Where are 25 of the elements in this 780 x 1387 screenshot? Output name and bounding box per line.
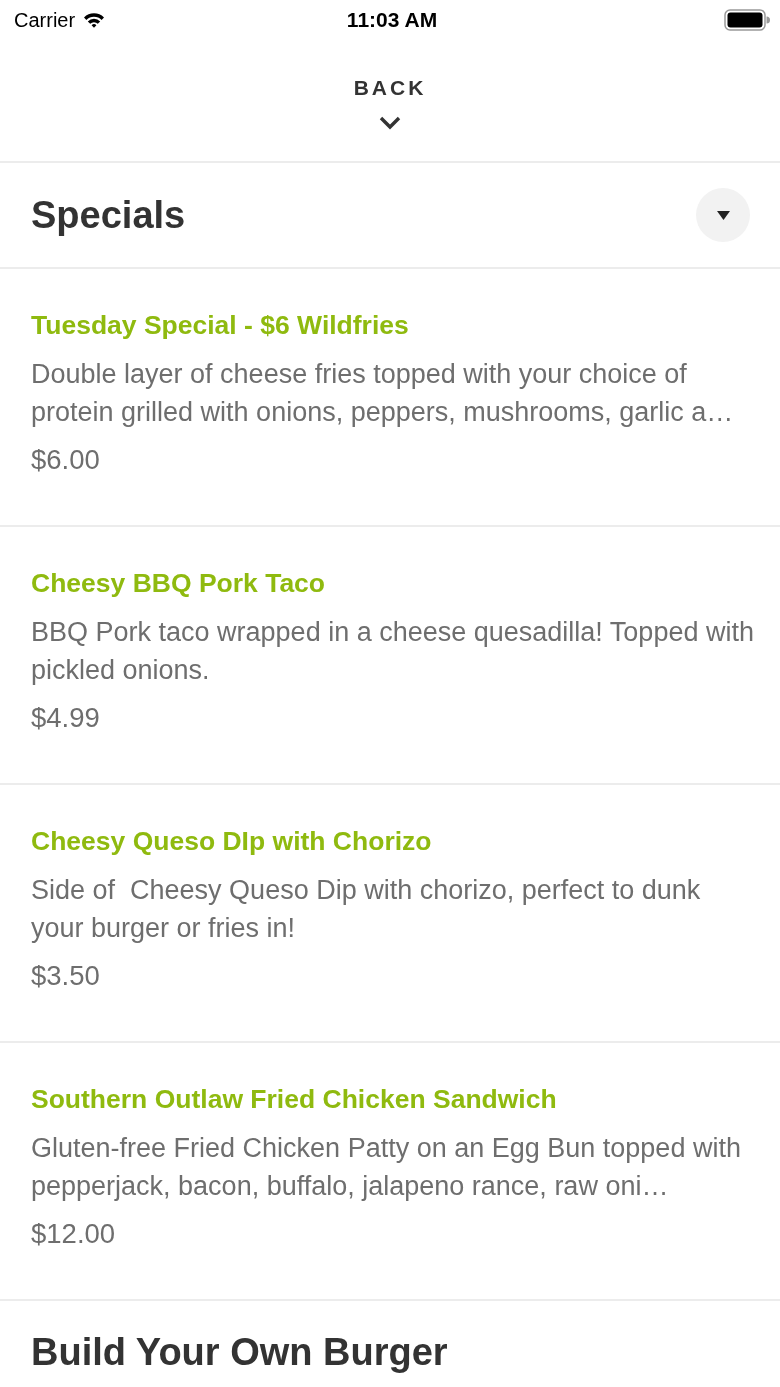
item-price: $4.99 (31, 701, 101, 735)
battery-icon (724, 9, 770, 31)
item-description: BBQ Pork taco wrapped in a cheese quesadilla! Topped with pickled onions. (31, 616, 755, 687)
section-title: Build Your Own Burger (31, 1330, 448, 1375)
caret-icon (716, 210, 730, 220)
menu-item-card[interactable]: Tuesday Special - $6 Wildfries Double layer of cheese fries topped with your choice of protein grilled with onions, peppers, mushrooms, garlic a… $6.00 (0, 269, 780, 527)
back-button[interactable]: BACK (345, 72, 435, 134)
item-description: Side of Cheesy Queso Dip with chorizo, perfect to dunk your burger or fries in! (31, 874, 702, 945)
item-price: $12.00 (31, 1217, 117, 1251)
item-name: Cheesy Queso DIp with Chorizo (31, 825, 433, 857)
menu-item-card[interactable]: Southern Outlaw Fried Chicken Sandwich Gluten-free Fried Chicken Patty on an Egg Bun topped with pepperjack, bacon, buffalo, jalapeno rance, raw oni… $12.00 (0, 1043, 780, 1301)
item-price: $6.00 (31, 443, 101, 477)
chevron-down-icon (379, 116, 401, 130)
menu-item-card[interactable]: Cheesy Queso DIp with Chorizo Side of Cheesy Queso Dip with chorizo, perfect to dunk your burger or fries in! $3.50 (0, 785, 780, 1043)
item-name: Tuesday Special - $6 Wildfries (31, 309, 410, 341)
item-name: Southern Outlaw Fried Chicken Sandwich (31, 1083, 558, 1115)
item-name: Cheesy BBQ Pork Taco (31, 567, 327, 599)
wifi-icon (83, 12, 106, 28)
clock-time: 11:03 AM (346, 8, 438, 32)
carrier-label: Carrier (14, 8, 76, 32)
item-description: Gluten-free Fried Chicken Patty on an Egg Bun topped with pepperjack, bacon, buffalo, jalapeno rance, raw oni… (31, 1132, 742, 1203)
item-description: Double layer of cheese fries topped with your choice of protein grilled with onions, peppers, mushrooms, garlic a… (31, 358, 735, 429)
item-price: $3.50 (31, 959, 101, 993)
menu-item-card[interactable]: Cheesy BBQ Pork Taco BBQ Pork taco wrapped in a cheese quesadilla! Topped with pickled onions. $4.99 (0, 527, 780, 785)
section-title: Specials (31, 193, 186, 238)
